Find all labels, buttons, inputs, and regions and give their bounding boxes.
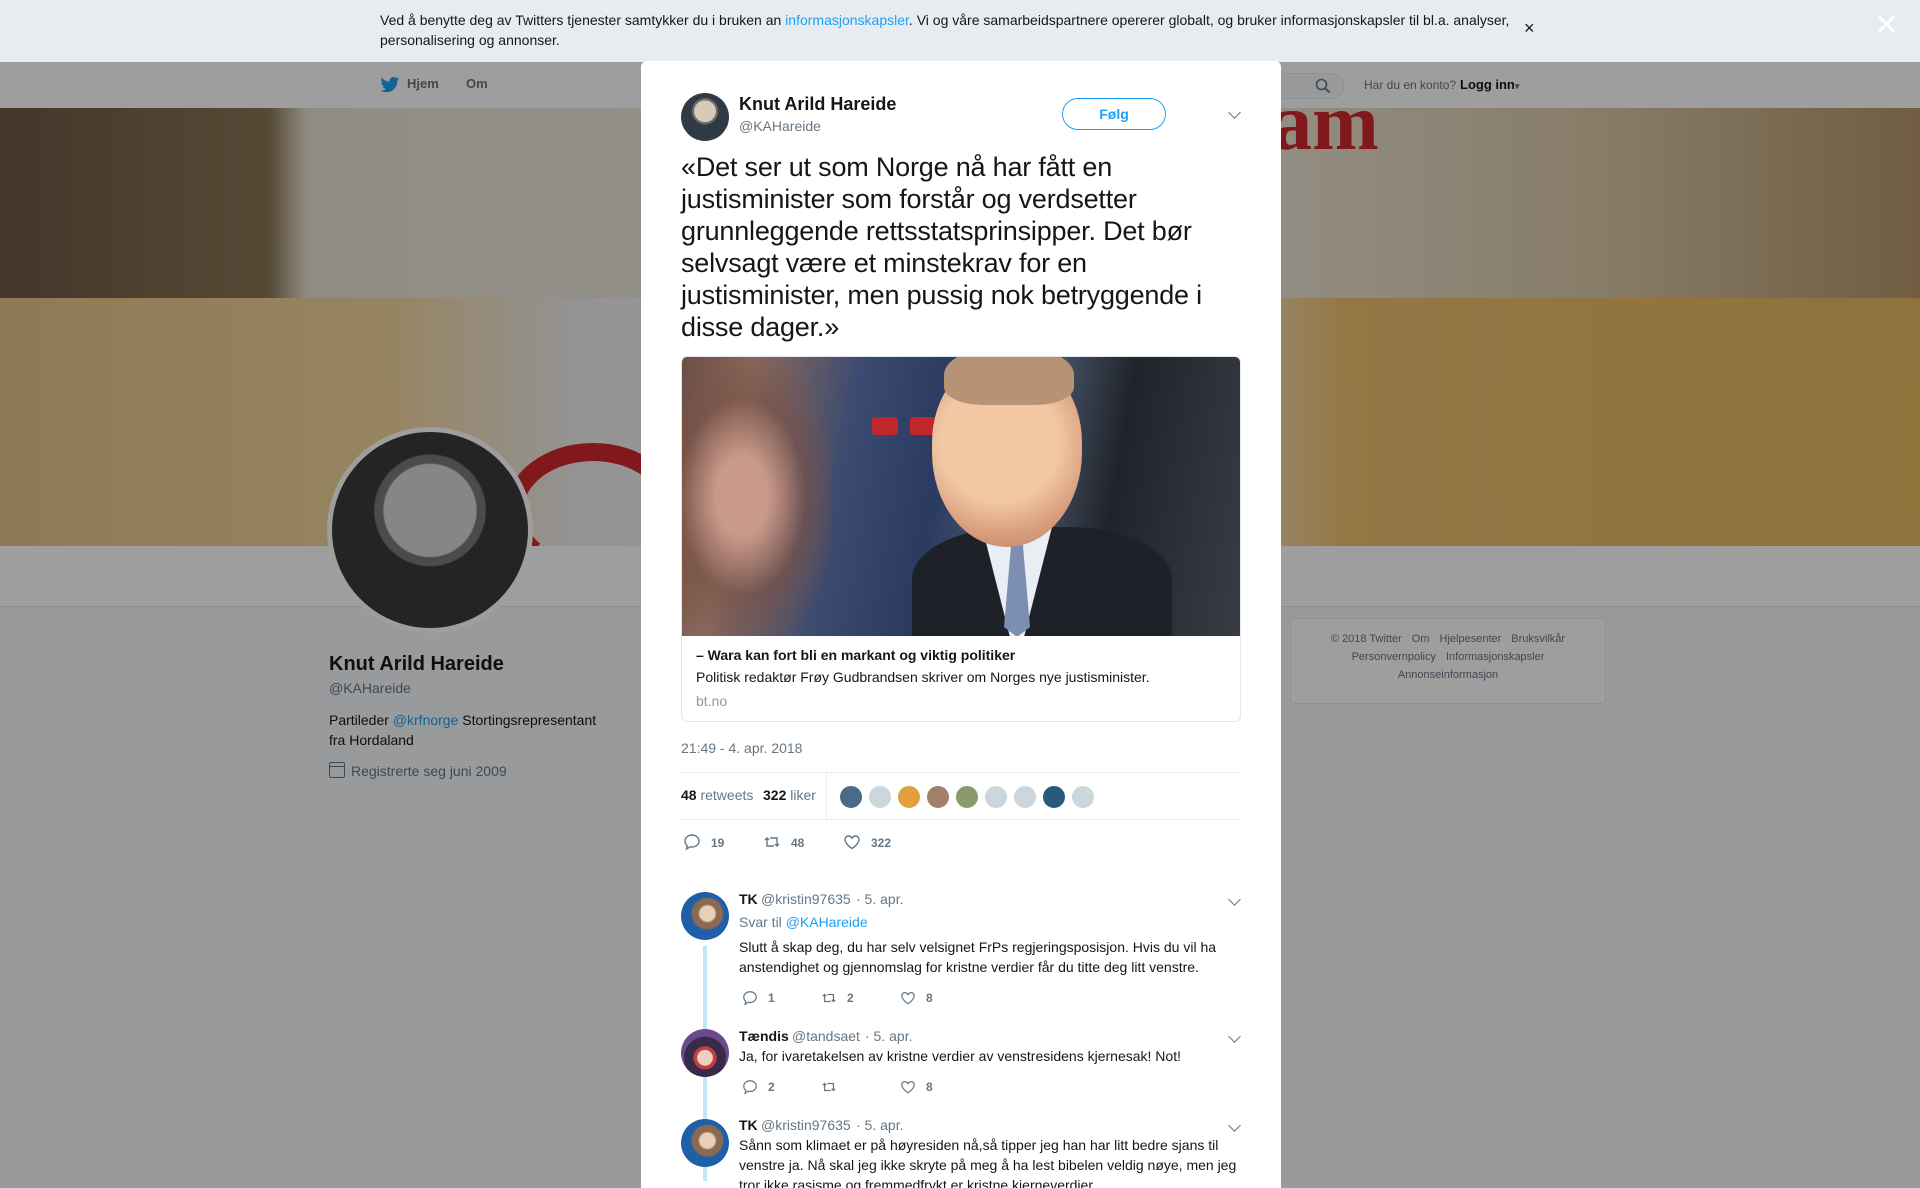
- cookie-consent-text: Ved å benytte deg av Twitters tjenester …: [380, 10, 1510, 50]
- reply-date[interactable]: · 5. apr.: [856, 891, 903, 907]
- cookie-consent-bar: Ved å benytte deg av Twitters tjenester …: [0, 0, 1920, 62]
- like-action[interactable]: 8: [900, 990, 933, 1006]
- reply-author-name[interactable]: TK: [739, 891, 758, 907]
- card-image-hair: [944, 357, 1074, 405]
- card-domain: bt.no: [696, 693, 728, 709]
- reply-action[interactable]: 1: [742, 990, 775, 1006]
- reply-author-name[interactable]: Tændis: [739, 1028, 789, 1044]
- reply-author-avatar[interactable]: [681, 1119, 729, 1167]
- reply-action[interactable]: 19: [683, 833, 724, 851]
- reply-author-handle[interactable]: @tandsaet: [792, 1028, 860, 1044]
- tweet-author-avatar[interactable]: [681, 93, 729, 141]
- card-description: Politisk redaktør Frøy Gudbrandsen skriv…: [696, 669, 1150, 685]
- reply-icon: [743, 1080, 757, 1095]
- liker-1-avatar[interactable]: [839, 785, 863, 809]
- reply-text: Slutt å skap deg, du har selv velsignet …: [739, 939, 1217, 975]
- retweet-icon: [822, 993, 836, 1003]
- retweet-action[interactable]: [821, 1079, 847, 1095]
- like-action[interactable]: 8: [900, 1079, 933, 1095]
- reply-action[interactable]: 2: [742, 1079, 775, 1095]
- modal-close-icon[interactable]: ✕: [1874, 8, 1899, 43]
- liker-8-avatar[interactable]: [1042, 785, 1066, 809]
- tweet-stats: 48 retweets 322 liker: [681, 772, 1241, 820]
- reply-text: Ja, for ivaretakelsen av kristne verdier…: [739, 1048, 1181, 1064]
- reply-options-chevron-icon[interactable]: [1228, 893, 1241, 906]
- reply-date[interactable]: · 5. apr.: [856, 1117, 903, 1133]
- like-action[interactable]: 322: [843, 833, 891, 851]
- tweet-options-chevron-icon[interactable]: [1228, 106, 1241, 119]
- reply-author-handle[interactable]: @kristin97635: [761, 1117, 851, 1133]
- tweet-author-handle[interactable]: @KAHareide: [739, 118, 821, 134]
- heart-icon: [844, 835, 860, 850]
- reply-to-mention-link[interactable]: @KAHareide: [786, 914, 868, 930]
- reply-count: 2: [768, 1080, 775, 1094]
- card-image-party-sign: [872, 417, 898, 435]
- tweet-author-name[interactable]: Knut Arild Hareide: [739, 94, 896, 115]
- liker-7-avatar[interactable]: [1013, 785, 1037, 809]
- retweet-action[interactable]: 48: [763, 833, 804, 851]
- reply-to-line: Svar til @KAHareide: [739, 914, 868, 930]
- heart-icon: [901, 1081, 915, 1094]
- liker-5-avatar[interactable]: [955, 785, 979, 809]
- retweet-icon: [822, 1082, 836, 1092]
- retweet-action[interactable]: 2: [821, 990, 854, 1006]
- reply-to-label: Svar til: [739, 914, 786, 930]
- reply-author-handle[interactable]: @kristin97635: [761, 891, 851, 907]
- stats-divider: [826, 773, 827, 819]
- like-count: 322: [871, 836, 892, 850]
- reply-icon: [743, 991, 757, 1006]
- retweet-count: 2: [847, 991, 854, 1005]
- card-image-foreground-blur: [682, 357, 832, 636]
- like-count: 8: [926, 1080, 933, 1094]
- tweet-timestamp[interactable]: 21:49 - 4. apr. 2018: [681, 740, 802, 756]
- retweets-label: retweets: [700, 787, 754, 803]
- cookie-text-part: Ved å benytte deg av Twitters tjenester …: [380, 12, 786, 28]
- follow-button[interactable]: Følg: [1062, 98, 1166, 130]
- likes-stat[interactable]: 322 liker: [763, 787, 816, 803]
- reply-options-chevron-icon[interactable]: [1228, 1119, 1241, 1132]
- reply-text: Sånn som klimaet er på høyresiden nå,så …: [739, 1137, 1237, 1188]
- card-image: [682, 357, 1240, 636]
- link-preview-card[interactable]: – Wara kan fort bli en markant og viktig…: [681, 356, 1241, 722]
- reply-icon: [684, 834, 700, 851]
- heart-icon: [901, 992, 915, 1005]
- like-count: 8: [926, 991, 933, 1005]
- retweet-count: 48: [791, 836, 805, 850]
- liker-4-avatar[interactable]: [926, 785, 950, 809]
- liker-3-avatar[interactable]: [897, 785, 921, 809]
- tweet-text: «Det ser ut som Norge nå har fått en jus…: [681, 152, 1202, 342]
- reply-options-chevron-icon[interactable]: [1228, 1030, 1241, 1043]
- likes-count: 322: [763, 787, 787, 803]
- reply-author-avatar[interactable]: [681, 892, 729, 940]
- card-title: – Wara kan fort bli en markant og viktig…: [696, 647, 1016, 663]
- reply-author-avatar[interactable]: [681, 1029, 729, 1077]
- likes-label: liker: [790, 787, 816, 803]
- cookie-close-icon[interactable]: ×: [1524, 18, 1535, 39]
- reply-date[interactable]: · 5. apr.: [865, 1028, 912, 1044]
- reply-author-name[interactable]: TK: [739, 1117, 758, 1133]
- retweets-count: 48: [681, 787, 697, 803]
- cookie-info-link[interactable]: informasjonskapsler: [785, 12, 909, 28]
- retweets-stat[interactable]: 48 retweets: [681, 787, 753, 803]
- retweet-icon: [764, 837, 780, 847]
- tweet-permalink-modal: Knut Arild Hareide @KAHareide Følg «Det …: [641, 61, 1281, 1188]
- liker-6-avatar[interactable]: [984, 785, 1008, 809]
- liker-9-avatar[interactable]: [1071, 785, 1095, 809]
- reply-count: 19: [711, 836, 725, 850]
- liker-2-avatar[interactable]: [868, 785, 892, 809]
- reply-count: 1: [768, 991, 775, 1005]
